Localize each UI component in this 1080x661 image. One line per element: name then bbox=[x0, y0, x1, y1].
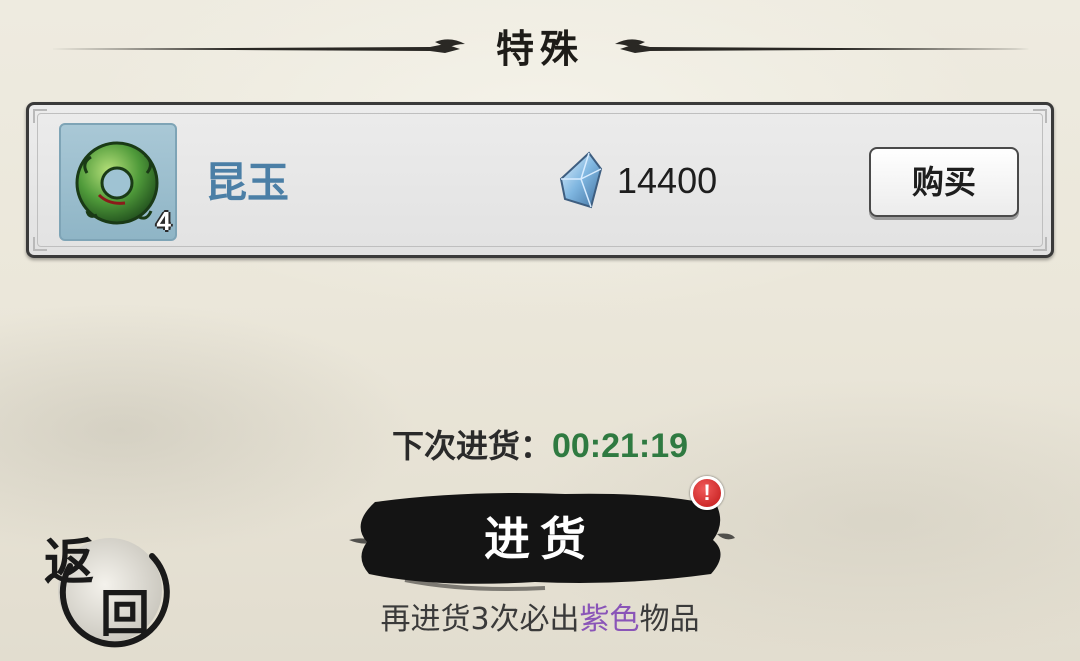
crystal-icon bbox=[559, 151, 603, 209]
restock-button[interactable]: 进货 bbox=[345, 484, 735, 594]
corner-ornament bbox=[33, 109, 47, 123]
corner-ornament bbox=[33, 237, 47, 251]
back-button[interactable]: 返 回 bbox=[40, 526, 170, 650]
item-card: 4 昆玉 14400 购买 bbox=[26, 102, 1054, 258]
item-count: 4 bbox=[156, 206, 171, 236]
buy-button[interactable]: 购买 bbox=[869, 147, 1019, 217]
jade-ring-icon bbox=[75, 141, 159, 225]
item-name: 昆玉 bbox=[205, 158, 290, 207]
back-char-2: 回 bbox=[100, 584, 150, 643]
alert-badge: ! bbox=[690, 476, 724, 510]
restock-button-label: 进货 bbox=[484, 512, 596, 566]
item-slot[interactable]: 4 bbox=[59, 123, 177, 241]
section-title: 特殊 bbox=[495, 26, 584, 71]
restock-timer: 00:21:19 bbox=[551, 427, 689, 465]
restock-label: 下次进货： bbox=[391, 427, 552, 465]
restock-countdown: 下次进货：00:21:19 bbox=[0, 424, 1080, 468]
section-header: 特殊 bbox=[40, 22, 1040, 76]
guarantee-prefix: 再进货3次必出 bbox=[380, 602, 580, 637]
guarantee-suffix: 物品 bbox=[639, 602, 700, 637]
back-char-1: 返 bbox=[44, 532, 94, 591]
guarantee-highlight: 紫色 bbox=[579, 602, 640, 637]
corner-ornament bbox=[1033, 237, 1047, 251]
price-value: 14400 bbox=[617, 160, 718, 201]
corner-ornament bbox=[1033, 109, 1047, 123]
